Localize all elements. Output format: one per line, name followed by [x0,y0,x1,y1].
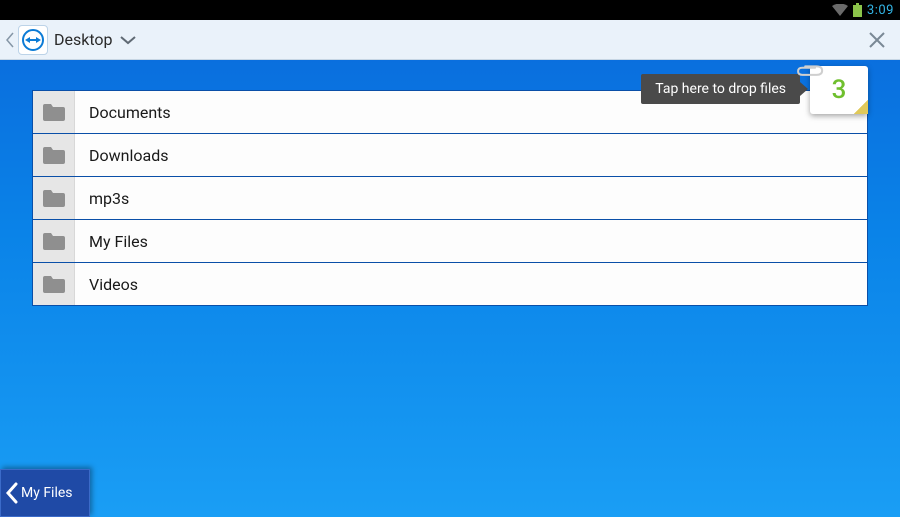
android-status-bar: 3:09 [0,0,900,20]
folder-icon [33,134,75,176]
back-button[interactable] [2,20,16,60]
list-item-label: Downloads [75,146,168,165]
drop-count: 3 [832,75,847,105]
list-item[interactable]: My Files [32,219,868,263]
close-button[interactable] [860,23,894,57]
drop-target[interactable]: 3 [810,66,868,114]
folder-list: Documents Downloads mp3s My Files Videos [32,90,868,306]
folder-icon [33,91,75,133]
list-item-label: Videos [75,275,138,294]
breadcrumb-dropdown-icon[interactable] [119,34,137,46]
folder-icon [33,263,75,305]
status-clock: 3:09 [867,3,894,18]
chevron-left-icon [5,482,19,504]
list-item-label: mp3s [75,189,129,208]
my-files-panel-label: My Files [21,485,73,501]
list-item-label: My Files [75,232,148,251]
battery-icon [853,3,862,17]
list-item[interactable]: Videos [32,262,868,306]
list-item[interactable]: mp3s [32,176,868,220]
drop-hint-tooltip: Tap here to drop files [641,74,800,104]
top-bar: Desktop [0,20,900,60]
my-files-panel-tab[interactable]: My Files [0,469,90,517]
folder-icon [33,220,75,262]
wifi-icon [832,4,848,17]
breadcrumb-label[interactable]: Desktop [54,30,113,49]
content-area: Documents Downloads mp3s My Files Videos [0,60,900,517]
folder-icon [33,177,75,219]
list-item[interactable]: Downloads [32,133,868,177]
list-item-label: Documents [75,103,171,122]
page-fold-icon [854,100,868,114]
teamviewer-app-icon [18,25,48,55]
